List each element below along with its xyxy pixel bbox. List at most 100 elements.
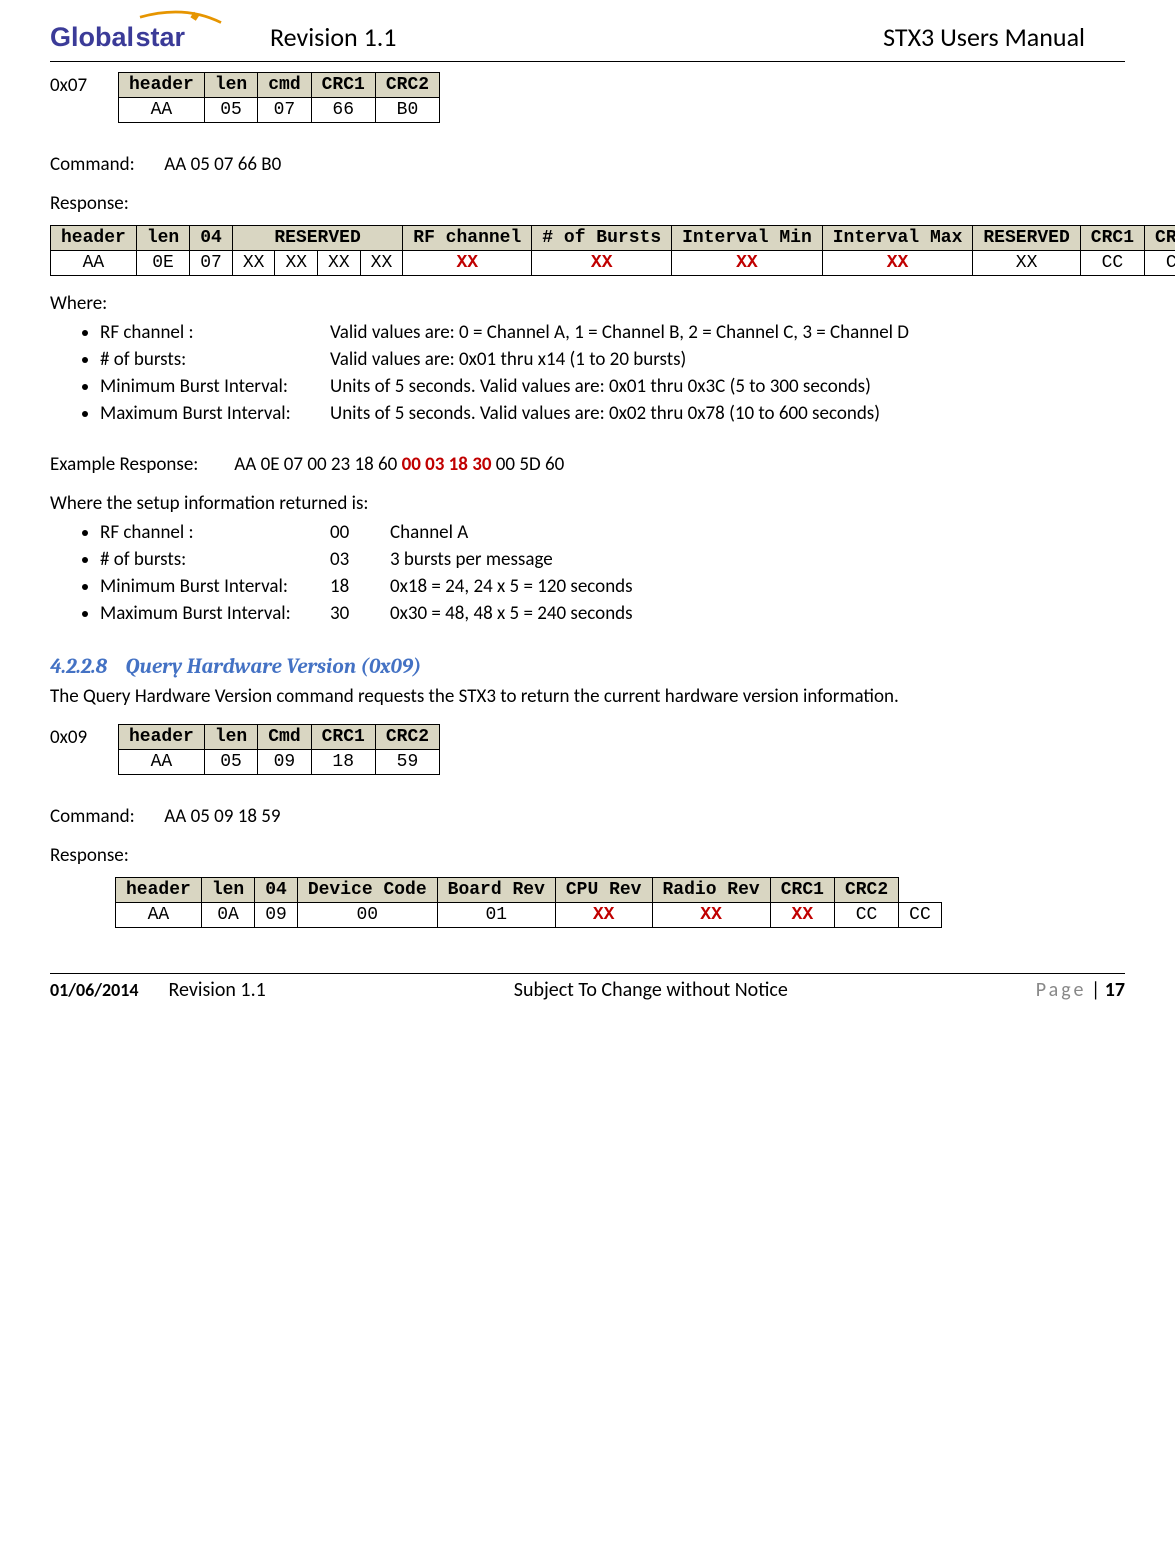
list-item: Minimum Burst Interval:180x18 = 24, 24 x… [100, 575, 1125, 598]
li-key: Maximum Burst Interval: [100, 602, 330, 625]
cmd-0x07-table: header len cmd CRC1 CRC2 AA 05 07 66 B0 [118, 72, 440, 123]
th: header [119, 73, 205, 98]
td: XX [318, 251, 361, 276]
li-key: Maximum Burst Interval: [100, 402, 330, 425]
td: XX [973, 251, 1080, 276]
li-key: RF channel : [100, 521, 330, 544]
td: 07 [258, 98, 311, 123]
th: len [204, 725, 257, 750]
section-intro: The Query Hardware Version command reque… [50, 685, 1125, 708]
example-where: Where the setup information returned is: [50, 492, 1125, 515]
section-heading: 4.2.2.8 Query Hardware Version (0x09) [50, 655, 1125, 679]
li-val: Channel A [390, 521, 468, 544]
heading-text: Query Hardware Version (0x09) [126, 655, 422, 679]
li-val: Units of 5 seconds. Valid values are: 0x… [330, 375, 871, 398]
td: 09 [258, 750, 311, 775]
li-val: 0x30 = 48, 48 x 5 = 240 seconds [390, 602, 633, 625]
resp-0x07-table: header len 04 RESERVED RF channel # of B… [50, 225, 1175, 276]
li-code: 30 [330, 602, 390, 625]
th: CRC1 [311, 725, 375, 750]
th: RESERVED [973, 226, 1080, 251]
li-val: 0x18 = 24, 24 x 5 = 120 seconds [390, 575, 633, 598]
th: len [201, 878, 254, 903]
command-line-9: Command: AA 05 09 18 59 [50, 805, 1125, 828]
cmd-0x07-label: 0x07 [50, 72, 100, 97]
list-item: Maximum Burst Interval:300x30 = 48, 48 x… [100, 602, 1125, 625]
globalstar-logo-icon: Global star [50, 10, 230, 55]
list-item: # of bursts:Valid values are: 0x01 thru … [100, 348, 1125, 371]
td-red: XX [532, 251, 672, 276]
th: len [204, 73, 257, 98]
td: AA [119, 750, 205, 775]
cmd-0x07-block: 0x07 header len cmd CRC1 CRC2 AA 05 07 6… [50, 72, 1125, 123]
heading-number: 4.2.2.8 [50, 655, 107, 679]
th: CRC1 [770, 878, 834, 903]
response-label: Response: [50, 192, 1125, 215]
td: CC [1080, 251, 1144, 276]
footer-rev: Revision 1.1 [168, 978, 265, 1002]
svg-text:star: star [136, 22, 186, 52]
td: XX [360, 251, 403, 276]
th: Device Code [297, 878, 437, 903]
th: 04 [190, 226, 233, 251]
td: CC [834, 903, 898, 928]
revision-label: Revision 1.1 [270, 21, 396, 53]
list-item: # of bursts:033 bursts per message [100, 548, 1125, 571]
list-item: RF channel :Valid values are: 0 = Channe… [100, 321, 1125, 344]
li-code: 00 [330, 521, 390, 544]
td: 07 [190, 251, 233, 276]
cmd-0x09-block: 0x09 header len Cmd CRC1 CRC2 AA 05 09 1… [50, 724, 1125, 775]
th: cmd [258, 73, 311, 98]
th: Cmd [258, 725, 311, 750]
th: header [116, 878, 202, 903]
example-red: 00 03 18 30 [402, 453, 492, 476]
li-key: RF channel : [100, 321, 330, 344]
td: CC [1145, 251, 1175, 276]
page-bar: | [1086, 978, 1104, 1002]
th: CRC2 [375, 725, 439, 750]
li-code: 03 [330, 548, 390, 571]
header-rule [50, 61, 1125, 62]
th: Interval Min [672, 226, 823, 251]
th: CPU Rev [555, 878, 652, 903]
example-post: 00 5D 60 [492, 453, 565, 476]
li-code: 18 [330, 575, 390, 598]
doc-titles: Revision 1.1 STX3 Users Manual [270, 21, 1125, 55]
li-val: Valid values are: 0x01 thru x14 (1 to 20… [330, 348, 686, 371]
page-number: 17 [1105, 978, 1125, 1002]
cmd-0x09-table: header len Cmd CRC1 CRC2 AA 05 09 18 59 [118, 724, 440, 775]
td: CC [899, 903, 942, 928]
manual-title: STX3 Users Manual [883, 21, 1085, 53]
li-val: Units of 5 seconds. Valid values are: 0x… [330, 402, 880, 425]
td: 05 [204, 98, 257, 123]
th: # of Bursts [532, 226, 672, 251]
th: Board Rev [437, 878, 555, 903]
footer-notice: Subject To Change without Notice [296, 978, 1006, 1002]
th: RF channel [403, 226, 532, 251]
td: AA [116, 903, 202, 928]
td: 00 [297, 903, 437, 928]
list-item: Maximum Burst Interval:Units of 5 second… [100, 402, 1125, 425]
th: CRC1 [311, 73, 375, 98]
td-red: XX [555, 903, 652, 928]
list-item: RF channel :00Channel A [100, 521, 1125, 544]
th: CRC1 [1080, 226, 1144, 251]
td: 01 [437, 903, 555, 928]
th: CRC2 [1145, 226, 1175, 251]
logo: Global star [50, 10, 230, 55]
cmd-0x09-label: 0x09 [50, 724, 100, 749]
example-label: Example Response: [50, 453, 230, 476]
td: AA [119, 98, 205, 123]
th: Radio Rev [652, 878, 770, 903]
td-red: XX [770, 903, 834, 928]
command-label: Command: [50, 805, 160, 828]
list-item: Minimum Burst Interval:Units of 5 second… [100, 375, 1125, 398]
td-red: XX [403, 251, 532, 276]
th: header [119, 725, 205, 750]
td: 05 [204, 750, 257, 775]
li-val: 3 bursts per message [390, 548, 553, 571]
th: 04 [255, 878, 298, 903]
th: RESERVED [232, 226, 402, 251]
th: CRC2 [834, 878, 898, 903]
td: B0 [375, 98, 439, 123]
